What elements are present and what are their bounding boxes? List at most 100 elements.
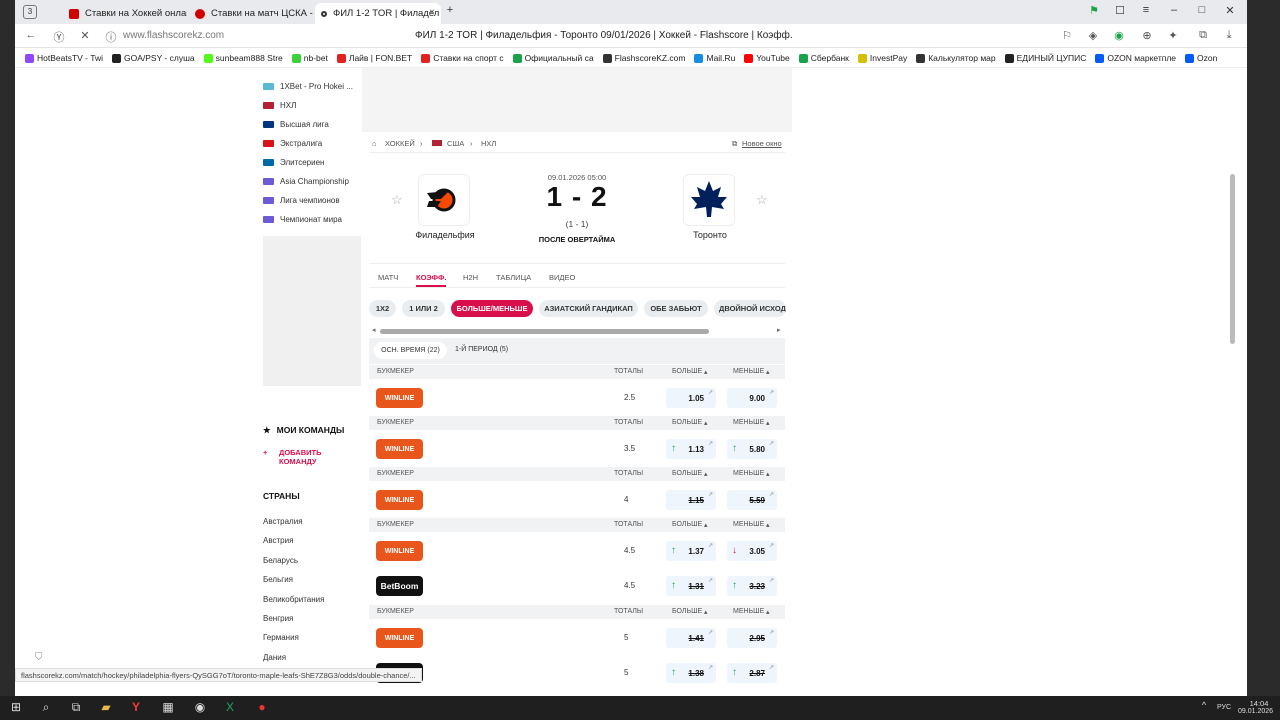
external-link-icon[interactable]: ↗	[708, 389, 713, 396]
clock-time[interactable]: 14:04	[1244, 699, 1274, 708]
winline-logo[interactable]: WINLINE	[376, 541, 423, 561]
tray-chevron-icon[interactable]: ^	[1196, 700, 1212, 716]
minimize-icon[interactable]: –	[1165, 4, 1183, 16]
odd-over[interactable]: ↑ 1.38 ↗	[666, 663, 716, 683]
winline-logo[interactable]: WINLINE	[376, 490, 423, 510]
bookmark-item[interactable]: ЕДИНЫЙ ЦУПИС	[1004, 53, 1086, 63]
vpn-icon[interactable]: ◉	[1111, 29, 1127, 42]
odd-over[interactable]: 1.15 ↗	[666, 490, 716, 510]
country-item[interactable]: Великобритания	[263, 595, 324, 604]
scroll-right-icon[interactable]: ▸	[777, 326, 781, 334]
country-item[interactable]: Германия	[263, 633, 299, 642]
header-under[interactable]: МЕНЬШЕ	[733, 521, 764, 528]
odd-under[interactable]: ↓ 3.05 ↗	[727, 541, 777, 561]
opera-icon[interactable]: ●	[254, 700, 270, 716]
app-icon[interactable]: ◉	[192, 700, 208, 716]
tab-h2h[interactable]: H2H	[463, 273, 478, 282]
sort-icon[interactable]: ▴	[704, 419, 708, 427]
bookmark-item[interactable]: GOA/PSY - слуша	[111, 53, 195, 63]
sidebar-league-item[interactable]: Лига чемпионов	[263, 191, 340, 210]
sidebar-league-item[interactable]: Чемпионат мира	[263, 210, 342, 229]
betboom-logo[interactable]: BetBoom	[376, 576, 423, 596]
file-explorer-icon[interactable]: ▰	[98, 700, 114, 716]
stop-icon[interactable]: ✕	[77, 29, 93, 42]
puzzle-icon[interactable]: ✦	[1165, 29, 1181, 42]
sort-icon[interactable]: ▴	[766, 470, 770, 478]
header-under[interactable]: МЕНЬШЕ	[733, 368, 764, 375]
header-over[interactable]: БОЛЬШЕ	[672, 419, 702, 426]
country-item[interactable]: Австрия	[263, 536, 293, 545]
collections-icon[interactable]: ⧉	[1195, 29, 1211, 42]
external-link-icon[interactable]: ↗	[769, 491, 774, 498]
sidebar-league-item[interactable]: Asia Championship	[263, 172, 349, 191]
bookmark-item[interactable]: nb-bet	[291, 53, 328, 63]
sort-icon[interactable]: ▴	[704, 470, 708, 478]
home-icon[interactable]: ⌂	[372, 139, 377, 148]
country-item[interactable]: Венгрия	[263, 614, 293, 623]
external-link-icon[interactable]: ↗	[769, 629, 774, 636]
tab-cska-bets[interactable]: Ставки на матч ЦСКА - Ш	[189, 3, 313, 24]
country-item[interactable]: Дания	[263, 653, 286, 662]
url-field[interactable]: www.flashscorekz.com	[123, 30, 224, 41]
header-over[interactable]: БОЛЬШЕ	[672, 368, 702, 375]
maximize-icon[interactable]: □	[1193, 4, 1211, 16]
header-under[interactable]: МЕНЬШЕ	[733, 419, 764, 426]
tab-count[interactable]: 3	[23, 5, 37, 19]
tab-match-odds[interactable]: ФИЛ 1-2 TOR | Филадел ×	[315, 3, 441, 24]
winline-logo[interactable]: WINLINE	[376, 628, 423, 648]
sort-icon[interactable]: ▴	[766, 368, 770, 376]
sort-icon[interactable]: ▴	[766, 419, 770, 427]
sort-icon[interactable]: ▴	[766, 521, 770, 529]
tab-table[interactable]: ТАБЛИЦА	[496, 273, 531, 282]
bookmark-item[interactable]: Ozon	[1185, 53, 1217, 63]
country-item[interactable]: Беларусь	[263, 556, 298, 565]
external-link-icon[interactable]: ↗	[769, 542, 774, 549]
bookmark-item[interactable]: Mail.Ru	[694, 53, 735, 63]
external-link-icon[interactable]: ↗	[708, 664, 713, 671]
bookmark-list-icon[interactable]: ☐	[1111, 4, 1129, 17]
language-indicator[interactable]: РУС	[1217, 704, 1231, 711]
odd-over[interactable]: 1.05 ↗	[666, 388, 716, 408]
flag-icon[interactable]: ⚑	[1085, 4, 1103, 17]
odd-under[interactable]: ↑ 5.80 ↗	[727, 439, 777, 459]
odd-over[interactable]: ↑ 1.31 ↗	[666, 576, 716, 596]
country-item[interactable]: Австралия	[263, 517, 303, 526]
home-team-name[interactable]: Филадельфия	[408, 230, 482, 240]
task-view-icon[interactable]: ⧉	[68, 700, 84, 716]
clock-date[interactable]: 09.01.2026	[1238, 708, 1273, 715]
tab-video[interactable]: ВИДЕО	[549, 273, 575, 282]
odd-under[interactable]: ↑ 2.87 ↗	[727, 663, 777, 683]
odd-under[interactable]: 5.59 ↗	[727, 490, 777, 510]
period-tab-fulltime[interactable]: ОСН. ВРЕМЯ (22)	[374, 342, 447, 359]
favorite-home-icon[interactable]: ☆	[391, 192, 403, 208]
bookmark-item[interactable]: Сбербанк	[798, 53, 849, 63]
sort-icon[interactable]: ▴	[766, 608, 770, 616]
sort-icon[interactable]: ▴	[704, 368, 708, 376]
away-team-logo[interactable]	[683, 174, 735, 226]
bookmark-item[interactable]: Ставки на спорт с	[421, 53, 504, 63]
sidebar-league-item[interactable]: Экстралига	[263, 134, 322, 153]
sidebar-league-item[interactable]: НХЛ	[263, 96, 296, 115]
header-over[interactable]: БОЛЬШЕ	[672, 521, 702, 528]
excel-icon[interactable]: X	[222, 700, 238, 716]
external-link-icon[interactable]: ↗	[769, 389, 774, 396]
market-1or2[interactable]: 1 ИЛИ 2	[402, 300, 445, 317]
tab-odds[interactable]: КОЭФФ.	[416, 273, 446, 282]
market-asian-handicap[interactable]: АЗИАТСКИЙ ГАНДИКАП	[539, 300, 638, 317]
download-icon[interactable]: ⤓	[1221, 29, 1237, 42]
favorite-away-icon[interactable]: ☆	[756, 192, 768, 208]
odd-over[interactable]: ↑ 1.13 ↗	[666, 439, 716, 459]
external-link-icon[interactable]: ↗	[708, 577, 713, 584]
new-window-icon[interactable]: ⧉	[732, 139, 737, 149]
extension-icon[interactable]: ◈	[1085, 29, 1101, 42]
period-tab-first[interactable]: 1-Й ПЕРИОД (5)	[455, 346, 508, 353]
odd-over[interactable]: 1.41 ↗	[666, 628, 716, 648]
market-double-chance[interactable]: ДВОЙНОЙ ИСХОД	[714, 300, 786, 317]
scroll-left-icon[interactable]: ◂	[372, 326, 376, 334]
odd-under[interactable]: ↑ 3.23 ↗	[727, 576, 777, 596]
breadcrumb-league[interactable]: НХЛ	[481, 139, 496, 148]
horizontal-scrollbar[interactable]	[380, 329, 709, 334]
info-icon[interactable]: ⓘ	[103, 29, 119, 45]
header-under[interactable]: МЕНЬШЕ	[733, 608, 764, 615]
shield-icon[interactable]: ⛉	[35, 652, 43, 663]
